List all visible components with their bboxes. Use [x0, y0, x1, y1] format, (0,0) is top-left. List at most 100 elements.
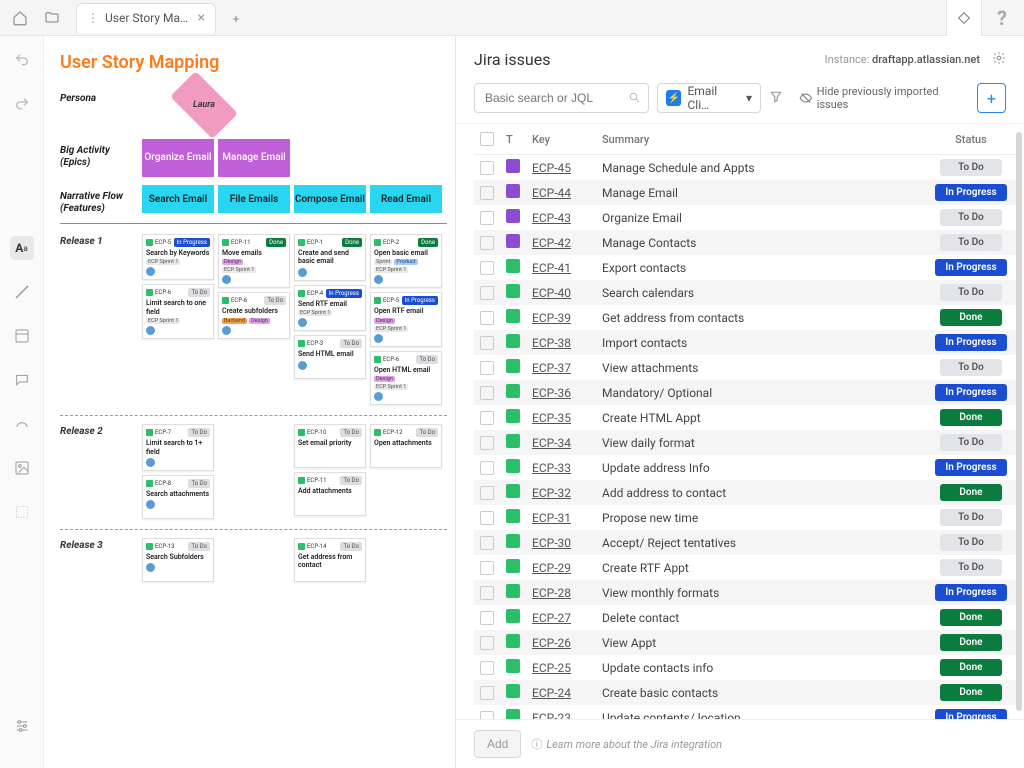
story-card[interactable]: ECP-10To DoSet email priority	[294, 424, 366, 468]
story-card[interactable]: ECP-4In ProgressSend RTF emailECP Sprint…	[294, 285, 366, 331]
issue-key-link[interactable]: ECP-25	[532, 661, 571, 675]
filter-icon[interactable]	[769, 90, 783, 107]
epic-card[interactable]: Manage Email	[218, 139, 290, 177]
table-row[interactable]: ECP-42Manage ContactsTo Do	[474, 230, 1016, 255]
issue-key-link[interactable]: ECP-23	[532, 711, 571, 720]
epic-card[interactable]: Organize Email	[142, 139, 214, 177]
home-icon[interactable]	[6, 4, 34, 32]
redo-icon[interactable]	[10, 92, 34, 116]
row-checkbox[interactable]	[480, 336, 494, 350]
feature-card[interactable]: File Emails	[218, 185, 290, 213]
issue-key-link[interactable]: ECP-27	[532, 611, 571, 625]
issue-key-link[interactable]: ECP-32	[532, 486, 571, 500]
table-row[interactable]: ECP-45Manage Schedule and ApptsTo Do	[474, 155, 1016, 181]
issue-key-link[interactable]: ECP-33	[532, 461, 571, 475]
issue-key-link[interactable]: ECP-30	[532, 536, 571, 550]
help-icon[interactable]: ?	[988, 4, 1016, 32]
story-card[interactable]: ECP-11DoneMove emailsDesignECP Sprint 1	[218, 234, 290, 288]
table-row[interactable]: ECP-44Manage EmailIn Progress	[474, 180, 1016, 205]
scrollbar[interactable]	[1016, 132, 1022, 711]
row-checkbox[interactable]	[480, 586, 494, 600]
canvas[interactable]: User Story Mapping Persona Laura Big Act…	[44, 36, 456, 768]
row-checkbox[interactable]	[480, 486, 494, 500]
tab-add-button[interactable]: +	[222, 5, 250, 33]
table-row[interactable]: ECP-23Update contents/ locationIn Progre…	[474, 705, 1016, 719]
text-tool-icon[interactable]: Aa	[10, 236, 34, 260]
row-checkbox[interactable]	[480, 636, 494, 650]
table-row[interactable]: ECP-28View monthly formatsIn Progress	[474, 580, 1016, 605]
row-checkbox[interactable]	[480, 461, 494, 475]
integration-toggle-icon[interactable]	[946, 0, 982, 36]
issue-key-link[interactable]: ECP-34	[532, 436, 571, 450]
issue-key-link[interactable]: ECP-24	[532, 686, 571, 700]
story-card[interactable]: ECP-3To DoSend HTML email	[294, 335, 366, 379]
row-checkbox[interactable]	[480, 511, 494, 525]
row-checkbox[interactable]	[480, 161, 494, 175]
settings-sliders-icon[interactable]	[10, 714, 34, 738]
table-row[interactable]: ECP-30Accept/ Reject tentativesTo Do	[474, 530, 1016, 555]
row-checkbox[interactable]	[480, 711, 494, 720]
row-checkbox[interactable]	[480, 436, 494, 450]
row-checkbox[interactable]	[480, 261, 494, 275]
row-checkbox[interactable]	[480, 561, 494, 575]
issue-key-link[interactable]: ECP-29	[532, 561, 571, 575]
layout-tool-icon[interactable]	[10, 324, 34, 348]
search-input[interactable]	[474, 83, 649, 113]
col-key[interactable]: Key	[526, 124, 596, 155]
story-card[interactable]: ECP-6To DoLimit search to one fieldECP S…	[142, 284, 214, 339]
row-checkbox[interactable]	[480, 661, 494, 675]
table-row[interactable]: ECP-41Export contactsIn Progress	[474, 255, 1016, 280]
issue-key-link[interactable]: ECP-36	[532, 386, 571, 400]
issue-key-link[interactable]: ECP-28	[532, 586, 571, 600]
story-card[interactable]: ECP-7To DoLimit search to 1+ field	[142, 424, 214, 471]
issue-key-link[interactable]: ECP-37	[532, 361, 571, 375]
story-card[interactable]: ECP-6To DoCreate subfoldersBackendDesign	[218, 292, 290, 338]
issue-key-link[interactable]: ECP-31	[532, 511, 571, 525]
table-row[interactable]: ECP-35Create HTML ApptDone	[474, 405, 1016, 430]
table-row[interactable]: ECP-36Mandatory/ OptionalIn Progress	[474, 380, 1016, 405]
story-card[interactable]: ECP-6To DoOpen HTML emailDesignECP Sprin…	[370, 351, 442, 405]
table-row[interactable]: ECP-25Update contacts infoDone	[474, 655, 1016, 680]
issue-key-link[interactable]: ECP-39	[532, 311, 571, 325]
table-row[interactable]: ECP-33Update address InfoIn Progress	[474, 455, 1016, 480]
issue-key-link[interactable]: ECP-44	[532, 186, 571, 200]
row-checkbox[interactable]	[480, 686, 494, 700]
row-checkbox[interactable]	[480, 211, 494, 225]
image-tool-icon[interactable]	[10, 456, 34, 480]
story-card[interactable]: ECP-5In ProgressSearch by KeywordsECP Sp…	[142, 234, 214, 280]
table-row[interactable]: ECP-34View daily formatTo Do	[474, 430, 1016, 455]
issue-key-link[interactable]: ECP-42	[532, 236, 571, 250]
tab-active[interactable]: ⋮ User Story Mappi… ×	[76, 3, 216, 33]
story-card[interactable]: ECP-11To DoAdd attachments	[294, 472, 366, 516]
table-row[interactable]: ECP-32Add address to contactDone	[474, 480, 1016, 505]
row-checkbox[interactable]	[480, 236, 494, 250]
issue-key-link[interactable]: ECP-40	[532, 286, 571, 300]
add-issue-button[interactable]: +	[977, 83, 1006, 113]
table-row[interactable]: ECP-24Create basic contactsDone	[474, 680, 1016, 705]
story-card[interactable]: ECP-14To DoGet address from contact	[294, 538, 366, 582]
marquee-tool-icon[interactable]	[10, 500, 34, 524]
feature-card[interactable]: Read Email	[370, 185, 442, 213]
story-card[interactable]: ECP-8To DoSearch attachments	[142, 475, 214, 519]
issue-key-link[interactable]: ECP-35	[532, 411, 571, 425]
row-checkbox[interactable]	[480, 311, 494, 325]
table-row[interactable]: ECP-29Create RTF ApptTo Do	[474, 555, 1016, 580]
col-summary[interactable]: Summary	[596, 124, 926, 155]
line-tool-icon[interactable]	[10, 280, 34, 304]
row-checkbox[interactable]	[480, 361, 494, 375]
feature-card[interactable]: Search Email	[142, 185, 214, 213]
table-row[interactable]: ECP-26View ApptDone	[474, 630, 1016, 655]
col-type[interactable]: T	[500, 124, 526, 155]
row-checkbox[interactable]	[480, 411, 494, 425]
issue-key-link[interactable]: ECP-45	[532, 161, 571, 175]
table-row[interactable]: ECP-27Delete contactDone	[474, 605, 1016, 630]
add-button[interactable]: Add	[474, 730, 521, 758]
story-card[interactable]: ECP-12To DoOpen attachments	[370, 424, 442, 468]
project-select[interactable]: ⚡ Email Cli… ▾	[657, 83, 761, 113]
feature-card[interactable]: Compose Email	[294, 185, 366, 213]
story-card[interactable]: ECP-13To DoSearch Subfolders	[142, 538, 214, 582]
issue-key-link[interactable]: ECP-26	[532, 636, 571, 650]
table-row[interactable]: ECP-38Import contactsIn Progress	[474, 330, 1016, 355]
learn-more-link[interactable]: ⓘ Learn more about the Jira integration	[531, 736, 722, 752]
table-row[interactable]: ECP-39Get address from contactsDone	[474, 305, 1016, 330]
